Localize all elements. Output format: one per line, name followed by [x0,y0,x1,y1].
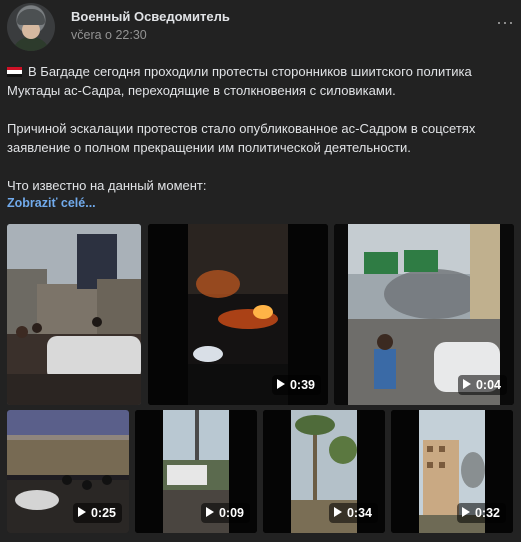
video-smoke-road[interactable]: 0:04 [334,224,514,405]
avatar-body [12,37,50,51]
post-author[interactable]: Военный Осведомитель [71,9,230,24]
video-duration-badge: 0:32 [456,503,506,523]
video-duration-badge: 0:04 [457,375,507,395]
iraq-flag-icon [7,67,22,77]
paragraph-1-text: В Багдаде сегодня проходили протесты сто… [7,64,472,98]
play-icon [461,507,470,517]
play-icon [205,507,214,517]
avatar[interactable] [7,3,55,51]
video-fire-night[interactable]: 0:39 [148,224,328,405]
play-icon [462,379,471,389]
avatar-helmet [17,9,45,25]
post-paragraph-2: Причиной эскалации протестов стало опубл… [7,121,476,155]
duration-label: 0:04 [475,378,501,392]
duration-label: 0:25 [90,506,116,520]
post-paragraph-3: Что известно на данный момент: [7,178,207,193]
play-icon [333,507,342,517]
duration-label: 0:34 [346,506,372,520]
post-card: Военный Осведомитель včera o 22:30 ⋯ В Б… [0,0,521,542]
video-truck-street[interactable]: 0:09 [135,410,257,533]
video-duration-badge: 0:25 [72,503,122,523]
video-palm-smoke[interactable]: 0:34 [263,410,385,533]
video-duration-badge: 0:09 [200,503,250,523]
play-icon [77,507,86,517]
photo-crowd-image [7,224,141,405]
photo-crowd-baghdad[interactable] [7,224,141,405]
duration-label: 0:09 [218,506,244,520]
duration-label: 0:39 [289,378,315,392]
post-paragraph-1: В Багдаде сегодня проходили протесты сто… [7,62,507,100]
show-more-link[interactable]: Zobraziť celé... [7,196,96,210]
duration-label: 0:32 [474,506,500,520]
video-building-smoke[interactable]: 0:32 [391,410,513,533]
post-time[interactable]: včera o 22:30 [71,28,147,42]
video-duration-badge: 0:34 [328,503,378,523]
video-duration-badge: 0:39 [271,375,321,395]
more-dots-icon[interactable]: ⋯ [496,14,514,32]
video-crowd-night[interactable]: 0:25 [7,410,129,533]
play-icon [276,379,285,389]
